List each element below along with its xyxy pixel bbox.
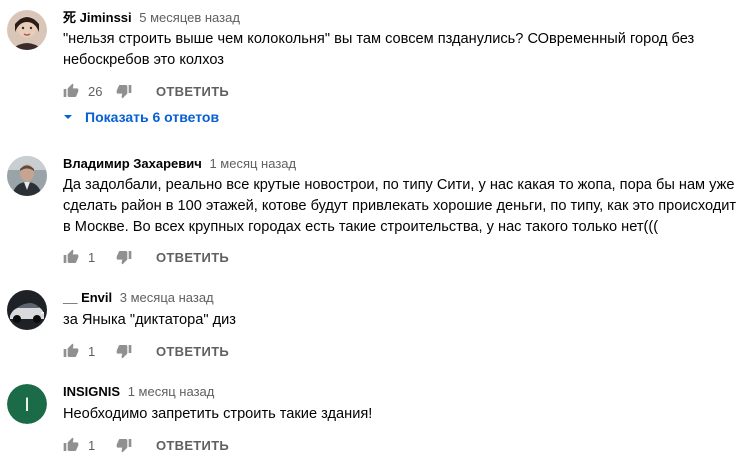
comment-actions: 26 ОТВЕТИТЬ [63,81,229,101]
show-replies-label: Показать 6 ответов [85,109,220,125]
author-name[interactable]: 死 Jiminssi [63,10,132,25]
comment-actions: 1 ОТВЕТИТЬ [63,341,229,361]
like-count: 1 [88,437,96,453]
comment-header: __ Envil 3 месяца назад [63,290,214,306]
thumb-down-icon[interactable] [116,83,132,99]
thumb-down-icon[interactable] [116,437,132,453]
comment-header: Владимир Захаревич 1 месяц назад [63,156,296,172]
comment-actions: 1 ОТВЕТИТЬ [63,247,229,267]
comment-actions: 1 ОТВЕТИТЬ [63,435,229,455]
thumb-up-icon[interactable] [63,249,79,265]
like-count: 26 [88,83,103,99]
author-name[interactable]: __ Envil [63,290,112,305]
thumb-down-icon[interactable] [116,249,132,265]
reply-button[interactable]: ОТВЕТИТЬ [156,438,229,453]
author-name[interactable]: INSIGNIS [63,384,120,399]
comment-time[interactable]: 5 месяцев назад [139,10,240,25]
comment-header: 死 Jiminssi 5 месяцев назад [63,10,240,26]
avatar-letter: I [24,395,29,416]
comment-time[interactable]: 3 месяца назад [120,290,214,305]
comment-text: "нельзя строить выше чем колокольня" вы … [63,31,695,68]
reply-button[interactable]: ОТВЕТИТЬ [156,250,229,265]
comment-time[interactable]: 1 месяц назад [209,156,296,171]
reply-button[interactable]: ОТВЕТИТЬ [156,84,229,99]
thumb-down-icon[interactable] [116,343,132,359]
avatar[interactable] [7,156,47,196]
avatar[interactable]: I [7,384,47,424]
author-name[interactable]: Владимир Захаревич [63,156,202,171]
caret-down-icon [63,109,73,125]
avatar[interactable] [7,10,47,50]
thumb-up-icon[interactable] [63,343,79,359]
avatar[interactable] [7,290,47,330]
thumb-up-icon[interactable] [63,437,79,453]
comment-text: за Яныка "диктатора" диз [63,312,237,328]
thumb-up-icon[interactable] [63,83,79,99]
comment-time[interactable]: 1 месяц назад [128,384,215,399]
comment-header: INSIGNIS 1 месяц назад [63,384,214,400]
like-count: 1 [88,249,96,265]
like-count: 1 [88,343,96,359]
comment-text: Да задолбали, реально все крутые новостр… [63,177,737,235]
comment-text: Необходимо запретить строить такие здани… [63,406,373,422]
show-replies-button[interactable]: Показать 6 ответов [63,109,219,125]
reply-button[interactable]: ОТВЕТИТЬ [156,344,229,359]
